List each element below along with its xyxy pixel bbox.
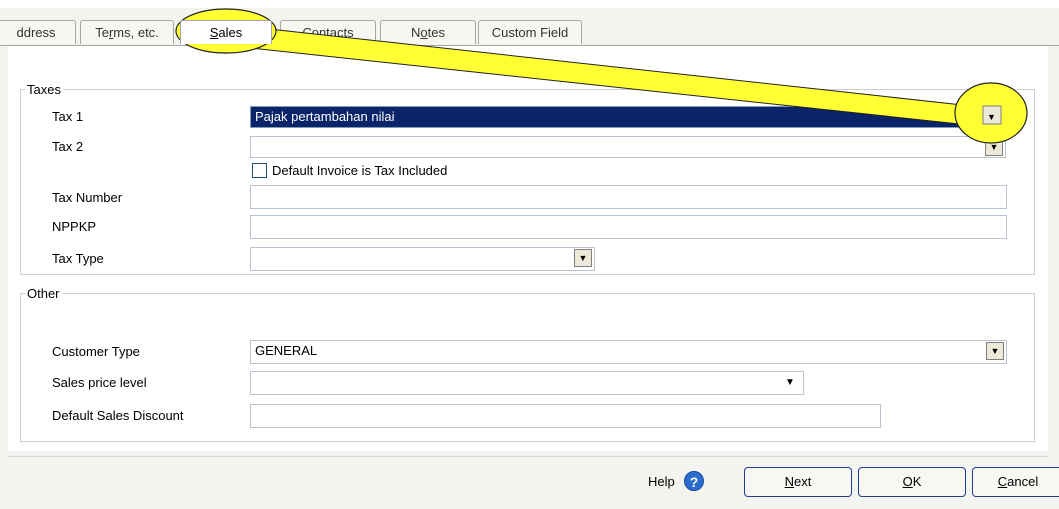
nppkp-input[interactable] [250, 215, 1007, 239]
customer-type-select[interactable]: GENERAL [250, 340, 1007, 364]
nppkp-label: NPPKP [52, 219, 97, 234]
ok-button[interactable]: OK [858, 467, 966, 497]
tab-notes[interactable]: Notes [380, 20, 476, 44]
tax2-dropdown-button[interactable]: ▼ [985, 138, 1003, 156]
tax-included-label: Default Invoice is Tax Included [272, 163, 448, 178]
tab-custom-field[interactable]: Custom Field [478, 20, 582, 44]
price-level-select[interactable] [250, 371, 804, 395]
help-label[interactable]: Help [648, 474, 675, 489]
tab-notes-label: Notes [411, 25, 445, 40]
taxes-legend: Taxes [27, 82, 61, 97]
help-icon[interactable]: ? [684, 471, 704, 491]
tax1-label: Tax 1 [52, 109, 84, 124]
tab-sales[interactable]: Sales [180, 20, 272, 44]
tax1-select[interactable]: Pajak pertambahan nilai [250, 106, 1006, 128]
tax1-dropdown-button[interactable]: ▼ [985, 108, 1003, 126]
customer-type-dropdown-button[interactable]: ▼ [986, 342, 1004, 360]
discount-label: Default Sales Discount [52, 408, 184, 423]
customer-type-label: Customer Type [52, 344, 140, 359]
tab-contacts-label: Contacts [302, 25, 354, 40]
tab-address[interactable]: ddress [0, 20, 76, 44]
tax2-select[interactable] [250, 136, 1006, 158]
tab-terms[interactable]: Terms, etc. [80, 20, 174, 44]
tax-type-label: Tax Type [52, 251, 104, 266]
footer-separator [8, 456, 1048, 457]
price-level-dropdown-button[interactable]: ▼ [780, 373, 800, 393]
next-button[interactable]: Next [744, 467, 852, 497]
tax-type-select[interactable] [250, 247, 595, 271]
tax2-label: Tax 2 [52, 139, 84, 154]
tax1-value: Pajak pertambahan nilai [255, 109, 395, 124]
tab-terms-label: Terms, etc. [95, 25, 159, 40]
tab-contacts[interactable]: Contacts [280, 20, 376, 44]
tab-bar: ddress Terms, etc. Sales Contacts Notes … [0, 20, 1059, 46]
tax-number-input[interactable] [250, 185, 1007, 209]
customer-type-value: GENERAL [255, 343, 318, 358]
tax-number-label: Tax Number [52, 190, 123, 205]
tax-included-checkbox[interactable] [252, 163, 267, 178]
price-level-label: Sales price level [52, 375, 147, 390]
other-legend: Other [27, 286, 60, 301]
discount-input[interactable] [250, 404, 881, 428]
tab-sales-label: Sales [209, 25, 243, 40]
cancel-button[interactable]: Cancel [972, 467, 1059, 497]
tax-type-dropdown-button[interactable]: ▼ [574, 249, 592, 267]
